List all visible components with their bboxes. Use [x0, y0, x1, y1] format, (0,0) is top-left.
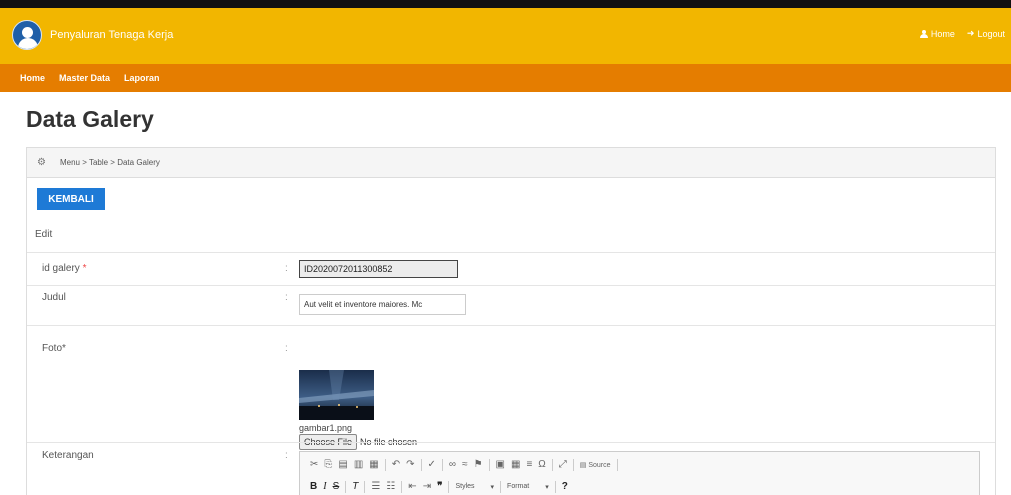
outdent-icon[interactable]: ⇤	[408, 481, 416, 492]
judul-input[interactable]	[299, 294, 466, 315]
format-dropdown[interactable]: Format ▾	[507, 483, 549, 491]
toolbar-separator	[616, 458, 618, 471]
form-panel: ⚙ Menu > Table > Data Galery KEMBALI Edi…	[26, 147, 996, 495]
horizontal-line-icon[interactable]: ≡	[526, 459, 532, 470]
numbered-list-icon[interactable]: ☰	[371, 481, 380, 492]
back-button[interactable]: KEMBALI	[37, 188, 105, 210]
nav-item-laporan[interactable]: Laporan	[124, 73, 160, 83]
app-title: Penyaluran Tenaga Kerja	[50, 29, 174, 41]
copy-icon[interactable]: ⎘	[324, 459, 332, 470]
row-id-galery: id galery * :	[27, 252, 995, 285]
colon: :	[285, 292, 288, 303]
toolbar-separator	[401, 480, 403, 493]
link-icon[interactable]: ∞	[449, 459, 456, 470]
foto-label: Foto*	[42, 343, 66, 354]
breadcrumb: ⚙ Menu > Table > Data Galery	[27, 148, 995, 178]
nav-item-master-data[interactable]: Master Data	[59, 73, 110, 83]
foto-thumbnail	[299, 370, 374, 420]
row-foto: Foto* : gambar1.png Choose File No file …	[27, 325, 995, 450]
paste-text-icon[interactable]: ▥	[354, 459, 363, 470]
toolbar-separator	[551, 458, 553, 471]
header-links: Home ➜ Logout	[919, 28, 1005, 39]
user-icon	[919, 29, 928, 38]
special-char-icon[interactable]: Ω	[538, 459, 545, 470]
maximize-icon[interactable]: ⤢	[559, 459, 567, 470]
image-icon[interactable]: ▣	[496, 459, 505, 470]
page-title: Data Galery	[26, 106, 154, 132]
toolbar-separator	[364, 480, 366, 493]
bulleted-list-icon[interactable]: ☷	[386, 481, 395, 492]
remove-format-icon[interactable]: T	[352, 481, 358, 492]
bold-icon[interactable]: B	[310, 481, 317, 492]
toolbar-separator	[448, 480, 450, 493]
redo-icon[interactable]: ↷	[406, 459, 414, 470]
row-keterangan: Keterangan : ✂ ⎘ ▤ ▥ ▦ ↶ ↷ ✓ ∞ ≈ ⚑ ▣ ▦ ≡…	[27, 442, 995, 495]
strikethrough-icon[interactable]: S	[333, 481, 340, 492]
home-link-label: Home	[930, 28, 955, 39]
anchor-flag-icon[interactable]: ⚑	[474, 459, 483, 470]
form-mode-label: Edit	[35, 229, 53, 240]
toolbar-separator	[441, 458, 443, 471]
nav-item-home[interactable]: Home	[20, 73, 45, 83]
toolbar-separator	[488, 458, 490, 471]
indent-icon[interactable]: ⇥	[423, 481, 431, 492]
toolbar-separator	[420, 458, 422, 471]
toolbar-separator	[554, 480, 556, 493]
cut-icon[interactable]: ✂	[310, 459, 318, 470]
arrow-right-icon: ➜	[966, 28, 975, 38]
toolbar-separator	[572, 458, 574, 471]
foto-filename: gambar1.png	[299, 423, 353, 433]
rich-text-editor: ✂ ⎘ ▤ ▥ ▦ ↶ ↷ ✓ ∞ ≈ ⚑ ▣ ▦ ≡ Ω ⤢ ▤ Source…	[299, 451, 980, 495]
blockquote-icon[interactable]: ❞	[437, 481, 442, 492]
judul-label: Judul	[42, 292, 66, 303]
keterangan-label: Keterangan	[42, 450, 94, 461]
id-galery-input[interactable]	[299, 260, 458, 278]
main-nav: Home Master Data Laporan	[0, 64, 1011, 92]
toolbar-separator	[345, 480, 347, 493]
paste-icon[interactable]: ▤	[338, 459, 347, 470]
top-header-bar: Penyaluran Tenaga Kerja Home ➜ Logout	[0, 0, 1011, 64]
breadcrumb-text: Menu > Table > Data Galery	[59, 158, 160, 167]
help-icon[interactable]: ?	[562, 481, 568, 492]
italic-icon[interactable]: I	[323, 481, 326, 492]
toolbar-separator	[384, 458, 386, 471]
logout-link-label: Logout	[977, 28, 1005, 39]
styles-dropdown[interactable]: Styles ▾	[455, 483, 494, 491]
undo-icon[interactable]: ↶	[392, 459, 400, 470]
unlink-icon[interactable]: ≈	[462, 459, 468, 470]
paste-word-icon[interactable]: ▦	[369, 459, 378, 470]
gear-icon: ⚙	[37, 157, 46, 168]
colon: :	[285, 450, 288, 461]
toolbar-separator	[500, 480, 502, 493]
source-button[interactable]: ▤ Source	[580, 461, 611, 469]
id-galery-label: id galery *	[42, 263, 87, 274]
editor-toolbar-row-2: B I S T ☰ ☷ ⇤ ⇥ ❞ Styles ▾ Format ▾ ?	[300, 474, 979, 495]
user-logo-icon	[12, 20, 42, 50]
brand[interactable]: Penyaluran Tenaga Kerja	[12, 20, 173, 50]
logout-link[interactable]: ➜ Logout	[967, 28, 1005, 39]
home-link[interactable]: Home	[919, 28, 955, 39]
editor-toolbar-row-1: ✂ ⎘ ▤ ▥ ▦ ↶ ↷ ✓ ∞ ≈ ⚑ ▣ ▦ ≡ Ω ⤢ ▤ Source	[300, 452, 979, 474]
colon: :	[285, 343, 288, 354]
table-icon[interactable]: ▦	[511, 459, 520, 470]
spellcheck-icon[interactable]: ✓	[428, 459, 436, 470]
row-judul: Judul :	[27, 285, 995, 325]
colon: :	[285, 263, 288, 274]
